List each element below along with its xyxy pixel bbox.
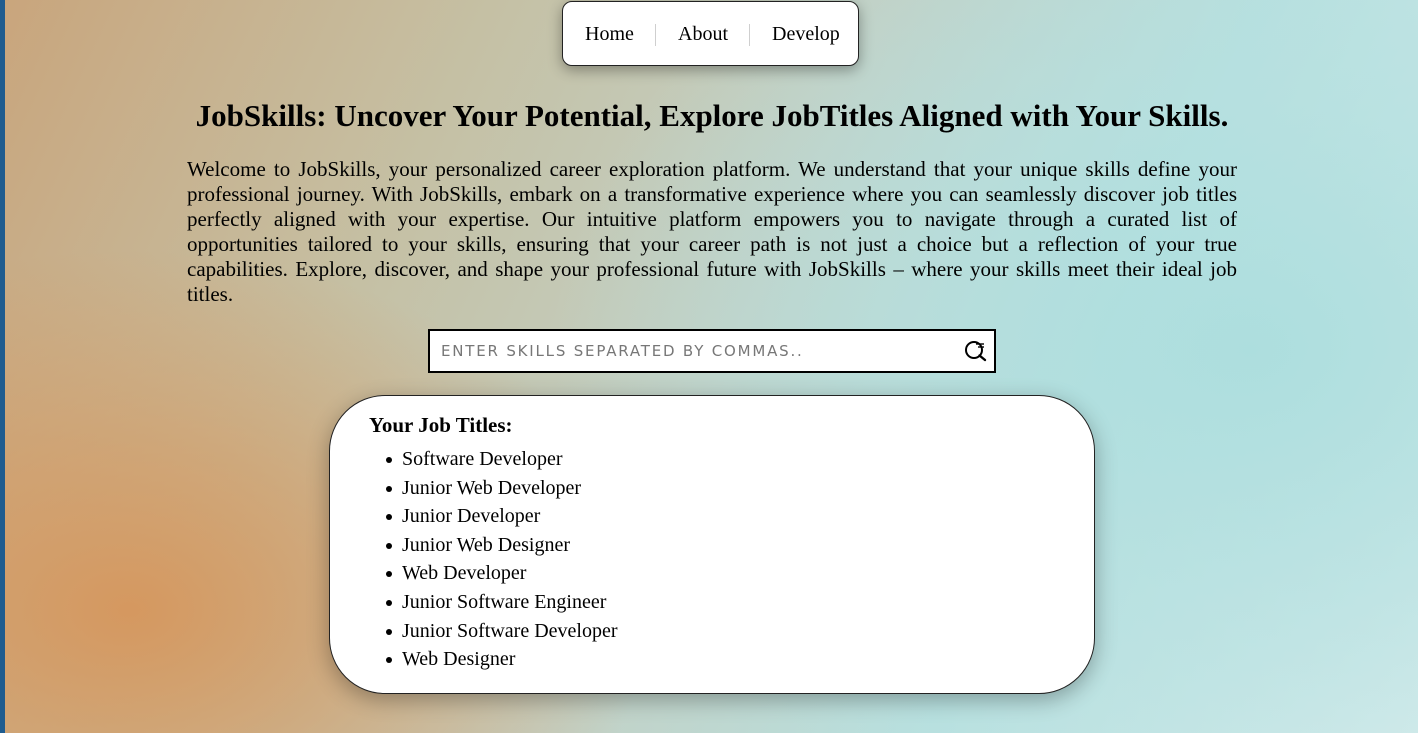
top-nav: Home About Develop bbox=[562, 1, 859, 66]
search-icon[interactable] bbox=[964, 338, 988, 362]
job-titles-card: Your Job Titles: Software Developer Juni… bbox=[329, 395, 1095, 694]
intro-paragraph: Welcome to JobSkills, your personalized … bbox=[187, 157, 1237, 306]
nav-divider bbox=[655, 24, 656, 46]
page-background: Home About Develop JobSkills: Uncover Yo… bbox=[0, 0, 1418, 733]
nav-divider bbox=[749, 24, 750, 46]
job-title-item: Software Developer bbox=[386, 445, 618, 474]
job-titles-heading: Your Job Titles: bbox=[369, 413, 513, 437]
job-title-item: Junior Software Engineer bbox=[386, 588, 618, 617]
page-title: JobSkills: Uncover Your Potential, Explo… bbox=[195, 98, 1229, 133]
skills-search-input[interactable] bbox=[430, 331, 950, 371]
job-title-item: Junior Web Designer bbox=[386, 531, 618, 560]
nav-about-link[interactable]: About bbox=[678, 22, 728, 46]
job-titles-list: Software Developer Junior Web Developer … bbox=[386, 445, 618, 674]
job-title-item: Web Designer bbox=[386, 645, 618, 674]
skills-search-bar bbox=[428, 329, 996, 373]
job-title-item: Web Developer bbox=[386, 559, 618, 588]
job-title-item: Junior Software Developer bbox=[386, 617, 618, 646]
nav-develop-link[interactable]: Develop bbox=[772, 22, 840, 46]
nav-home-link[interactable]: Home bbox=[585, 22, 634, 46]
job-title-item: Junior Developer bbox=[386, 502, 618, 531]
job-title-item: Junior Web Developer bbox=[386, 474, 618, 503]
